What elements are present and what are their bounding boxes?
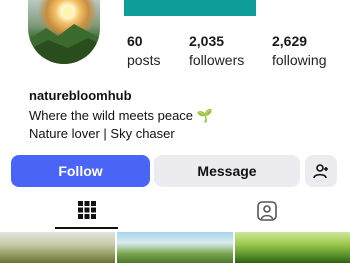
followers-stat[interactable]: 2,035 followers — [189, 33, 244, 69]
tab-tagged[interactable] — [236, 193, 298, 229]
post-thumbnail[interactable] — [117, 232, 233, 263]
banner-bar — [124, 0, 256, 16]
tab-posts-grid[interactable] — [55, 193, 118, 229]
sprout-emoji: 🌱 — [196, 108, 213, 123]
photo-grid — [0, 232, 350, 263]
following-count: 2,629 — [272, 33, 308, 49]
posts-stat[interactable]: 60 posts — [127, 33, 160, 69]
posts-count: 60 — [127, 33, 143, 49]
post-thumbnail[interactable] — [0, 232, 116, 263]
followers-count: 2,035 — [189, 33, 225, 49]
following-stat[interactable]: 2,629 following — [272, 33, 326, 69]
avatar[interactable] — [28, 0, 100, 64]
profile-username: naturebloomhub — [29, 88, 132, 103]
landscape-image — [28, 7, 100, 64]
grid-icon — [77, 201, 96, 219]
followers-label: followers — [189, 52, 245, 68]
posts-label: posts — [127, 52, 161, 68]
tagged-person-icon — [257, 201, 277, 221]
add-user-icon — [313, 164, 328, 179]
following-label: following — [272, 52, 327, 68]
bio-line-1: Where the wild meets peace 🌱 — [29, 108, 213, 124]
add-user-button[interactable] — [305, 155, 337, 187]
bio-text-1: Where the wild meets peace — [29, 108, 194, 123]
bio-line-2: Nature lover | Sky chaser — [29, 126, 175, 141]
post-thumbnail[interactable] — [234, 232, 350, 263]
message-button[interactable]: Message — [154, 155, 300, 187]
follow-button[interactable]: Follow — [11, 155, 150, 187]
